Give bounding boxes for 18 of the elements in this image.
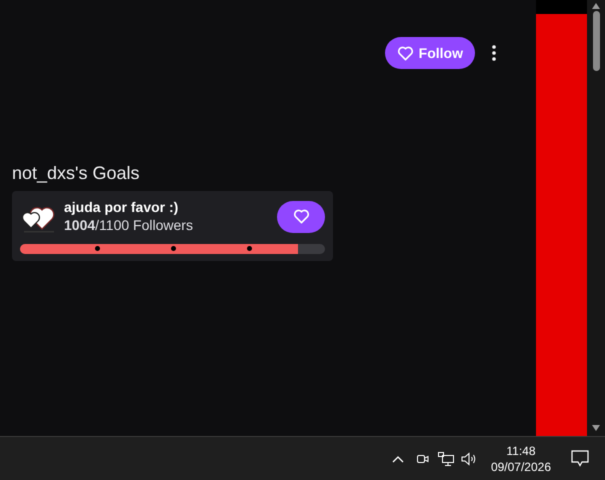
clock-time[interactable]: 11:48: [506, 442, 536, 458]
speaker-icon[interactable]: [460, 452, 478, 466]
goal-progress-text: 1004/1100 Followers: [64, 216, 194, 235]
follow-button[interactable]: Follow: [384, 37, 475, 69]
clock-date[interactable]: 09/07/2026: [490, 458, 551, 474]
heart-icon: [292, 209, 310, 224]
goals-heading: not_dxs's Goals: [12, 162, 141, 185]
scroll-down-arrow-icon: [592, 425, 600, 431]
chevron-up-icon[interactable]: [392, 454, 404, 462]
scroll-up-arrow-icon: [592, 3, 600, 9]
notifications-icon[interactable]: [571, 450, 589, 467]
more-options-icon[interactable]: [492, 45, 496, 61]
goal-name: ajuda por favor :): [64, 198, 180, 216]
side-panel-header: [536, 0, 587, 14]
follow-heart-button[interactable]: [277, 200, 325, 232]
network-icon[interactable]: [438, 452, 454, 466]
heart-icon: [396, 46, 414, 60]
scrollbar[interactable]: [587, 0, 605, 436]
